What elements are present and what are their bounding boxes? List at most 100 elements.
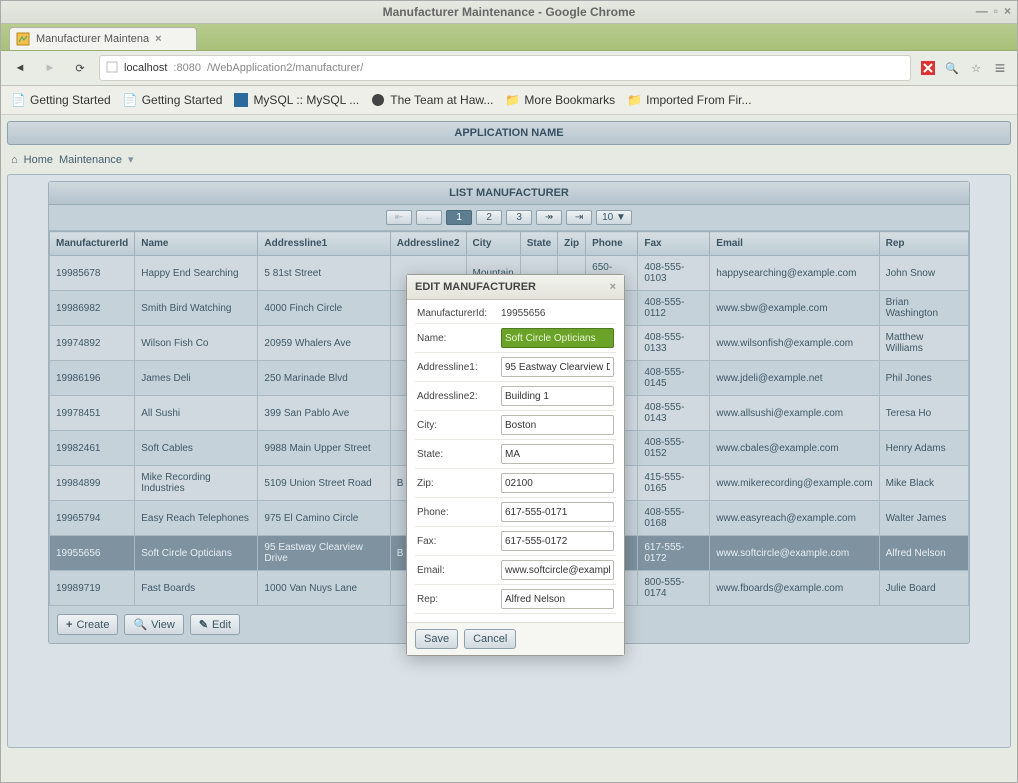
table-cell: 408-555-0133 <box>638 326 710 361</box>
browser-tab[interactable]: Manufacturer Maintena × <box>9 27 197 50</box>
column-header[interactable]: Name <box>135 232 258 256</box>
fax-field[interactable] <box>501 531 614 551</box>
chrome-menu-icon[interactable]: ≡ <box>991 59 1009 77</box>
close-window-icon[interactable]: × <box>1004 4 1011 18</box>
mysql-icon <box>234 93 248 107</box>
addressline2-field[interactable] <box>501 386 614 406</box>
addressline1-field[interactable] <box>501 357 614 377</box>
table-cell: 19974892 <box>50 326 135 361</box>
reload-button[interactable]: ⟳ <box>69 57 91 79</box>
table-cell: Phil Jones <box>879 361 968 396</box>
view-button[interactable]: 🔍View <box>124 614 183 635</box>
window-titlebar: Manufacturer Maintenance - Google Chrome… <box>1 1 1017 24</box>
table-cell: 408-555-0168 <box>638 501 710 536</box>
pager-page-3[interactable]: 3 <box>506 210 532 225</box>
pager-first[interactable]: ⇤ <box>386 210 412 225</box>
adblock-icon[interactable] <box>919 59 937 77</box>
column-header[interactable]: Rep <box>879 232 968 256</box>
table-cell: 19985678 <box>50 256 135 291</box>
label-rep: Rep: <box>415 585 499 614</box>
rep-field[interactable] <box>501 589 614 609</box>
bookmark-item[interactable]: 📁More Bookmarks <box>505 93 615 107</box>
table-cell: 408-555-0112 <box>638 291 710 326</box>
table-cell: www.fboards@example.com <box>710 571 879 606</box>
label-email: Email: <box>415 556 499 585</box>
table-cell: Teresa Ho <box>879 396 968 431</box>
column-header[interactable]: ManufacturerId <box>50 232 135 256</box>
pager-page-2[interactable]: 2 <box>476 210 502 225</box>
table-cell: 408-555-0103 <box>638 256 710 291</box>
zoom-icon[interactable]: 🔍 <box>943 59 961 77</box>
breadcrumb-home[interactable]: Home <box>24 154 53 166</box>
table-cell: Happy End Searching <box>135 256 258 291</box>
table-cell: 250 Marinade Blvd <box>258 361 390 396</box>
column-header[interactable]: Email <box>710 232 879 256</box>
chevron-down-icon[interactable]: ▾ <box>128 153 134 166</box>
column-header[interactable]: City <box>466 232 520 256</box>
table-cell: 617-555-0172 <box>638 536 710 571</box>
table-cell: www.jdeli@example.net <box>710 361 879 396</box>
dialog-close-icon[interactable]: × <box>610 281 616 293</box>
column-header[interactable]: Fax <box>638 232 710 256</box>
forward-button[interactable]: ► <box>39 57 61 79</box>
table-cell: 19955656 <box>50 536 135 571</box>
zip-field[interactable] <box>501 473 614 493</box>
state-field[interactable] <box>501 444 614 464</box>
pager-size[interactable]: 10 ▼ <box>596 210 632 225</box>
table-cell: 399 San Pablo Ave <box>258 396 390 431</box>
bookmark-item[interactable]: The Team at Haw... <box>371 93 493 107</box>
bookmark-item[interactable]: 📄Getting Started <box>123 93 223 107</box>
tab-close-icon[interactable]: × <box>155 33 161 45</box>
plus-icon: + <box>66 619 72 631</box>
cancel-button[interactable]: Cancel <box>464 629 516 649</box>
label-name: Name: <box>415 324 499 353</box>
home-icon[interactable]: ⌂ <box>11 154 18 166</box>
column-header[interactable]: Addressline1 <box>258 232 390 256</box>
table-cell: Alfred Nelson <box>879 536 968 571</box>
create-button[interactable]: +Create <box>57 614 118 635</box>
column-header[interactable]: Zip <box>558 232 586 256</box>
column-header[interactable]: Phone <box>586 232 638 256</box>
minimize-icon[interactable]: — <box>976 4 988 18</box>
table-cell: happysearching@example.com <box>710 256 879 291</box>
site-icon <box>106 61 118 76</box>
bookmark-item[interactable]: 📁Imported From Fir... <box>627 93 751 107</box>
dialog-title: EDIT MANUFACTURER <box>415 281 536 293</box>
pager-prev[interactable]: ← <box>416 210 442 225</box>
breadcrumb: ⌂ Home Maintenance ▾ <box>7 145 1011 174</box>
table-cell: Henry Adams <box>879 431 968 466</box>
label-a1: Addressline1: <box>415 353 499 382</box>
name-field[interactable] <box>501 328 614 348</box>
edit-button[interactable]: ✎Edit <box>190 614 240 635</box>
pager-page-1[interactable]: 1 <box>446 210 472 225</box>
back-button[interactable]: ◄ <box>9 57 31 79</box>
breadcrumb-maintenance[interactable]: Maintenance <box>59 154 122 166</box>
column-header[interactable]: Addressline2 <box>390 232 466 256</box>
city-field[interactable] <box>501 415 614 435</box>
bookmark-item[interactable]: 📄Getting Started <box>11 93 111 107</box>
maximize-icon[interactable]: ▫ <box>994 4 998 18</box>
table-cell: 975 El Camino Circle <box>258 501 390 536</box>
table-cell: 4000 Finch Circle <box>258 291 390 326</box>
bookmark-item[interactable]: MySQL :: MySQL ... <box>234 93 359 107</box>
email-field[interactable] <box>501 560 614 580</box>
pager-next[interactable]: ↠ <box>536 210 562 225</box>
url-path: /WebApplication2/manufacturer/ <box>207 62 363 74</box>
column-header[interactable]: State <box>520 232 557 256</box>
tab-label: Manufacturer Maintena <box>36 33 149 45</box>
table-cell: 408-555-0145 <box>638 361 710 396</box>
team-icon <box>371 93 385 107</box>
table-cell: 19982461 <box>50 431 135 466</box>
save-button[interactable]: Save <box>415 629 458 649</box>
table-cell: 19984899 <box>50 466 135 501</box>
bookmark-star-icon[interactable]: ☆ <box>967 59 985 77</box>
pager-last[interactable]: ⇥ <box>566 210 592 225</box>
table-cell: Mike Black <box>879 466 968 501</box>
folder-icon: 📁 <box>627 93 641 107</box>
table-cell: Fast Boards <box>135 571 258 606</box>
phone-field[interactable] <box>501 502 614 522</box>
address-bar[interactable]: localhost:8080/WebApplication2/manufactu… <box>99 55 911 81</box>
table-cell: Wilson Fish Co <box>135 326 258 361</box>
table-cell: 19978451 <box>50 396 135 431</box>
table-cell: Soft Cables <box>135 431 258 466</box>
